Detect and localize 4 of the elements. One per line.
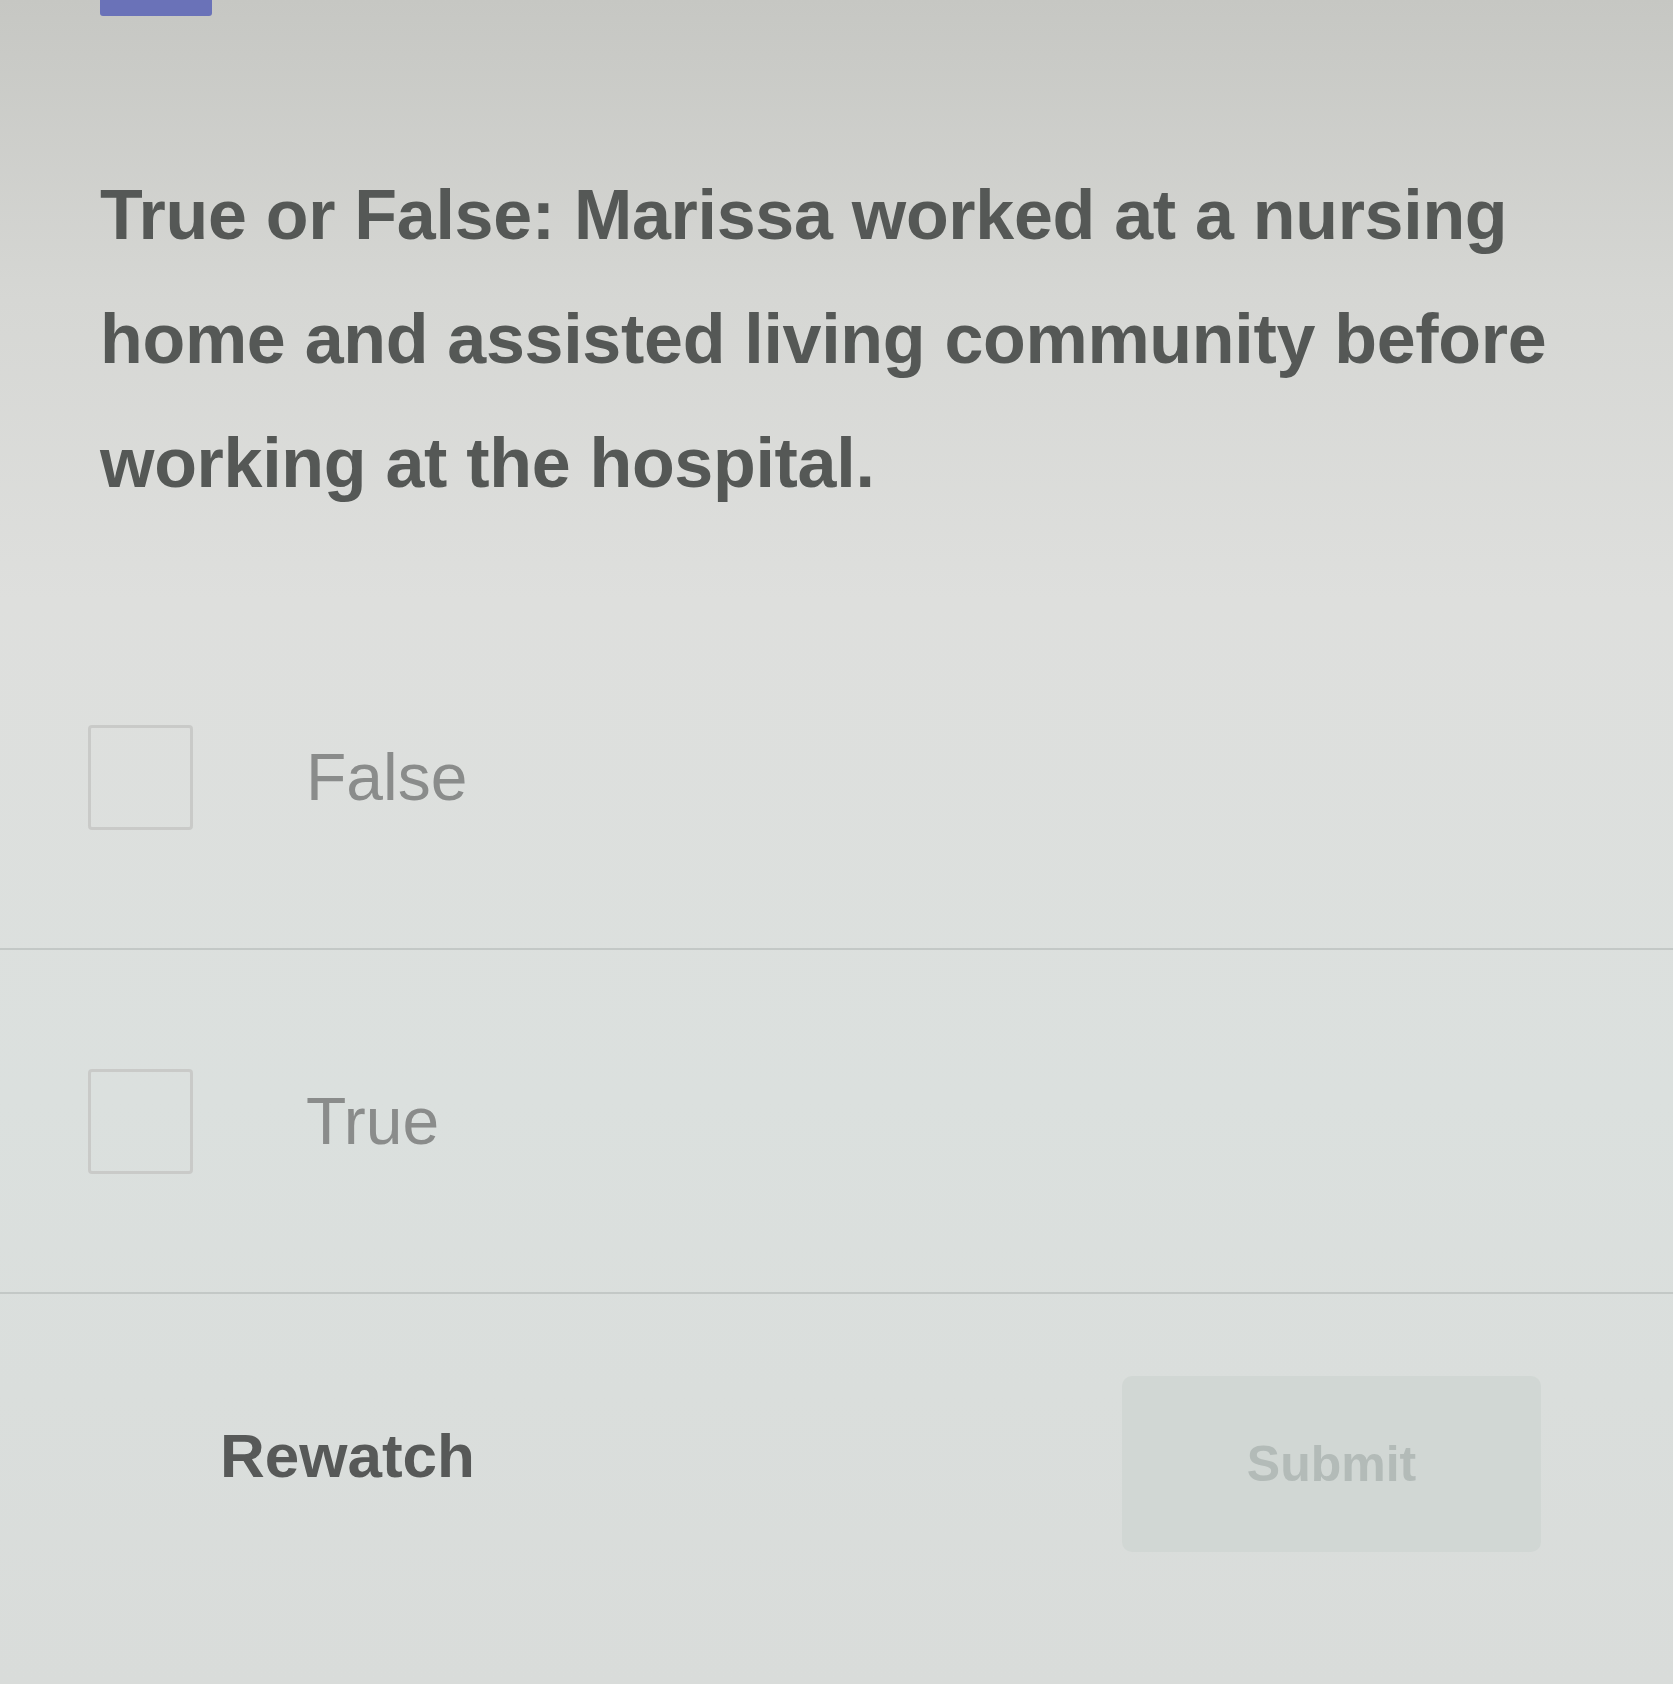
option-label[interactable]: True [306,1088,440,1154]
question-text: True or False: Marissa worked at a nursing home and assisted living community before working at the hospital. [100,175,1548,504]
rewatch-button[interactable]: Rewatch [220,1419,475,1491]
option-label[interactable]: False [306,744,468,810]
